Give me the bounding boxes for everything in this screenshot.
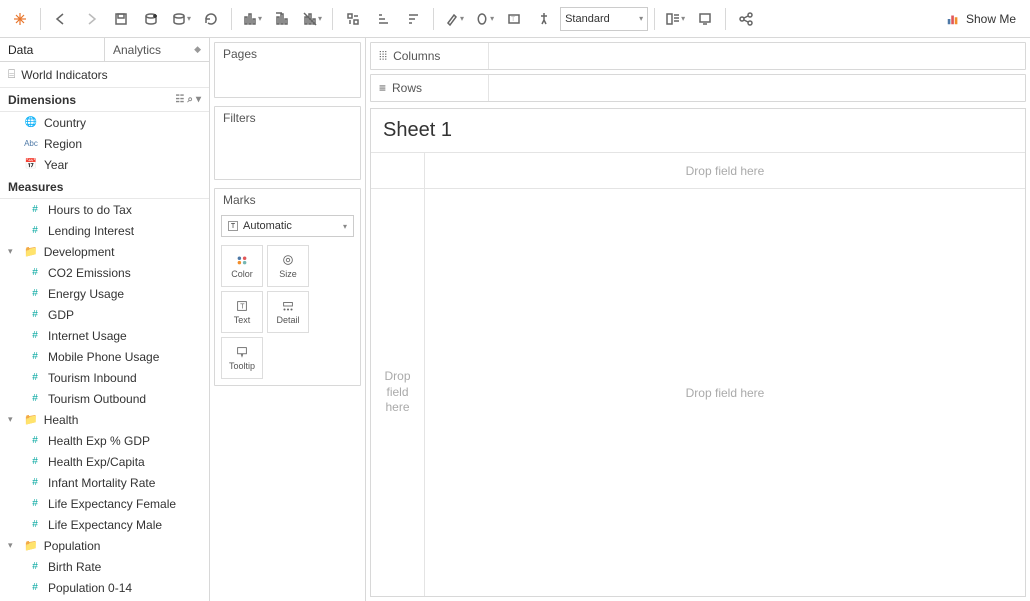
- drop-corner: [371, 153, 425, 189]
- folder-row[interactable]: ▾📁Population: [0, 535, 209, 556]
- dimension-field[interactable]: 📅Year: [0, 154, 209, 175]
- pin-button[interactable]: [530, 5, 558, 33]
- save-button[interactable]: [107, 5, 135, 33]
- measure-field[interactable]: #Hours to do Tax: [0, 199, 209, 220]
- measure-field[interactable]: #Tourism Outbound: [0, 388, 209, 409]
- datasource-icon: ⌸: [8, 67, 15, 82]
- dimension-field[interactable]: 🌐Country: [0, 112, 209, 133]
- measures-header: Measures: [0, 175, 209, 199]
- labels-button[interactable]: T: [500, 5, 528, 33]
- group-button[interactable]: ▾: [470, 5, 498, 33]
- mark-tooltip-button[interactable]: Tooltip: [221, 337, 263, 379]
- fit-select[interactable]: Standard▾: [560, 7, 648, 31]
- measure-field[interactable]: #Lending Interest: [0, 220, 209, 241]
- folder-row[interactable]: ▾📁Development: [0, 241, 209, 262]
- svg-text:T: T: [240, 304, 245, 311]
- measure-field[interactable]: #Life Expectancy Male: [0, 514, 209, 535]
- dimension-field[interactable]: AbcRegion: [0, 133, 209, 154]
- columns-shelf[interactable]: ⦙⦙⦙Columns: [370, 42, 1026, 70]
- drop-columns-zone[interactable]: Drop field here: [425, 153, 1025, 189]
- logo-icon[interactable]: [6, 5, 34, 33]
- measure-field[interactable]: #Birth Rate: [0, 556, 209, 577]
- measure-field[interactable]: #Infant Mortality Rate: [0, 472, 209, 493]
- mark-text-button[interactable]: TText: [221, 291, 263, 333]
- mark-detail-button[interactable]: Detail: [267, 291, 309, 333]
- share-button[interactable]: [732, 5, 760, 33]
- svg-text:T: T: [511, 16, 516, 23]
- shelves-pane: Pages Filters Marks TAutomatic ▾ ColorSi…: [210, 38, 366, 601]
- measure-field[interactable]: #CO2 Emissions: [0, 262, 209, 283]
- measure-field[interactable]: #GDP: [0, 304, 209, 325]
- show-me-button[interactable]: Show Me: [938, 5, 1024, 33]
- refresh-button[interactable]: [197, 5, 225, 33]
- search-icon[interactable]: ⌕: [187, 94, 193, 105]
- redo-button[interactable]: [77, 5, 105, 33]
- rows-icon: ≡: [379, 81, 386, 95]
- duplicate-button[interactable]: [268, 5, 296, 33]
- measure-field[interactable]: #Mobile Phone Usage: [0, 346, 209, 367]
- marks-type-select[interactable]: TAutomatic ▾: [221, 215, 354, 237]
- data-pane: Data Analytics◆ ⌸ World Indicators Dimen…: [0, 38, 210, 601]
- dimensions-header: Dimensions ☷⌕▾: [0, 88, 209, 112]
- new-datasource-button[interactable]: [137, 5, 165, 33]
- rows-shelf[interactable]: ≡Rows: [370, 74, 1026, 102]
- drop-rows-zone[interactable]: Dropfieldhere: [371, 189, 425, 596]
- tab-data[interactable]: Data: [0, 38, 105, 61]
- sort-desc-button[interactable]: [399, 5, 427, 33]
- sheet-title[interactable]: Sheet 1: [371, 109, 1025, 152]
- show-cards-button[interactable]: ▾: [661, 5, 689, 33]
- measure-field[interactable]: #Tourism Inbound: [0, 367, 209, 388]
- marks-card: Marks TAutomatic ▾ ColorSizeTTextDetailT…: [214, 188, 361, 386]
- new-worksheet-button[interactable]: ▾: [238, 5, 266, 33]
- measure-field[interactable]: #Internet Usage: [0, 325, 209, 346]
- view-icon[interactable]: ☷: [175, 94, 184, 105]
- filters-shelf[interactable]: Filters: [214, 106, 361, 180]
- toolbar: ▾ ▾ ▾ ▾ ▾ T Standard▾ ▾ Show Me: [0, 0, 1030, 38]
- drop-main-zone[interactable]: Drop field here: [425, 189, 1025, 596]
- presentation-button[interactable]: [691, 5, 719, 33]
- view-area: ⦙⦙⦙Columns ≡Rows Sheet 1 Drop field here…: [366, 38, 1030, 601]
- datasource-row[interactable]: ⌸ World Indicators: [0, 62, 209, 88]
- measure-field[interactable]: #Energy Usage: [0, 283, 209, 304]
- highlight-button[interactable]: ▾: [440, 5, 468, 33]
- measure-field[interactable]: #Population 0-14: [0, 577, 209, 598]
- folder-row[interactable]: ▾📁Health: [0, 409, 209, 430]
- canvas[interactable]: Sheet 1 Drop field here Dropfieldhere Dr…: [370, 108, 1026, 597]
- pause-auto-updates-button[interactable]: ▾: [167, 5, 195, 33]
- measure-field[interactable]: #Health Exp % GDP: [0, 430, 209, 451]
- menu-icon[interactable]: ▾: [196, 94, 201, 105]
- measure-field[interactable]: #Health Exp/Capita: [0, 451, 209, 472]
- mark-color-button[interactable]: Color: [221, 245, 263, 287]
- measure-field[interactable]: #Life Expectancy Female: [0, 493, 209, 514]
- mark-size-button[interactable]: Size: [267, 245, 309, 287]
- undo-button[interactable]: [47, 5, 75, 33]
- tab-analytics[interactable]: Analytics◆: [105, 38, 209, 61]
- clear-button[interactable]: ▾: [298, 5, 326, 33]
- swap-button[interactable]: [339, 5, 367, 33]
- columns-icon: ⦙⦙⦙: [379, 49, 387, 64]
- sort-asc-button[interactable]: [369, 5, 397, 33]
- pages-shelf[interactable]: Pages: [214, 42, 361, 98]
